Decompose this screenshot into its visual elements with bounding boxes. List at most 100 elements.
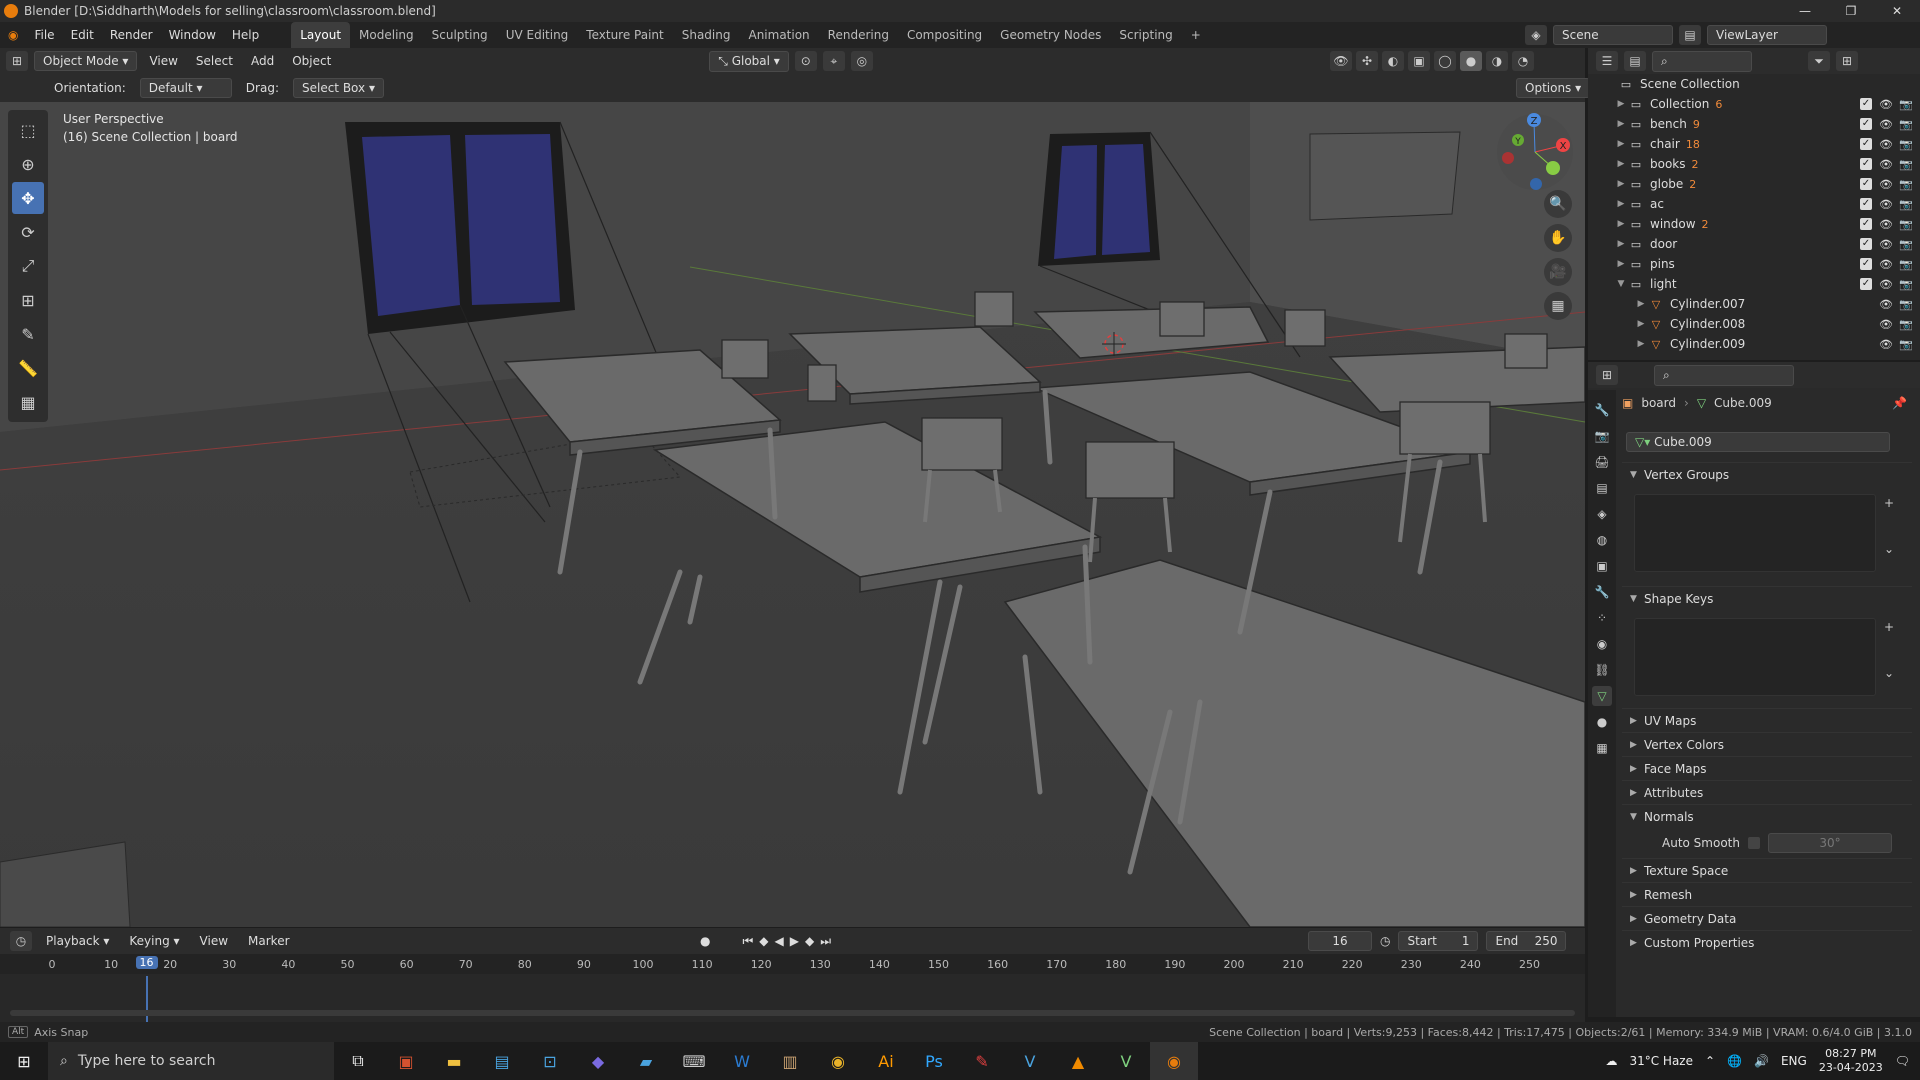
tab-scripting[interactable]: Scripting <box>1110 22 1181 48</box>
viewlayer-icon[interactable]: ▤ <box>1679 25 1701 45</box>
outliner-item[interactable]: ▶ ▭ ac ✓ 👁 📷 <box>1588 194 1920 214</box>
task-view-icon[interactable]: ⧉ <box>334 1042 382 1080</box>
snap-icon[interactable]: ⌖ <box>822 51 845 71</box>
auto-smooth-angle-field[interactable]: 30° <box>1767 833 1892 853</box>
tool-tab-icon[interactable]: 🔧 <box>1592 400 1612 420</box>
scene-tab-icon[interactable]: ◈ <box>1592 504 1612 524</box>
editor-type-icon[interactable]: ⊞ <box>6 51 28 71</box>
app-icon[interactable]: ▥ <box>766 1042 814 1080</box>
zoom-icon[interactable]: 🔍 <box>1544 190 1572 218</box>
notification-icon[interactable]: 🗨 <box>1895 1054 1910 1068</box>
menu-add[interactable]: Add <box>245 54 280 68</box>
jump-end-icon[interactable]: ⏭ <box>820 934 831 949</box>
eye-icon[interactable]: 👁 <box>1879 178 1893 191</box>
texture-tab-icon[interactable]: ▦ <box>1592 738 1612 758</box>
render-icon[interactable]: 📷 <box>1899 318 1913 331</box>
start-frame-field[interactable]: Start 1 <box>1398 931 1479 951</box>
properties-search-input[interactable]: ⌕ <box>1654 364 1794 386</box>
mode-dropdown[interactable]: Object Mode ▾ <box>34 51 138 71</box>
language-indicator[interactable]: ENG <box>1781 1054 1807 1068</box>
solid-shading-icon[interactable]: ● <box>1460 51 1482 71</box>
material-tab-icon[interactable]: ● <box>1592 712 1612 732</box>
add-shape-key-icon[interactable]: + <box>1884 620 1894 634</box>
volume-icon[interactable]: 🔊 <box>1754 1054 1769 1068</box>
vertex-colors-header[interactable]: ▶ Vertex Colors <box>1622 732 1912 756</box>
remesh-header[interactable]: ▶ Remesh <box>1622 882 1912 906</box>
illustrator-icon[interactable]: Ai <box>862 1042 910 1080</box>
jump-start-icon[interactable]: ⏮ <box>742 934 753 949</box>
pan-hand-icon[interactable]: ✋ <box>1544 224 1572 252</box>
render-icon[interactable]: 📷 <box>1899 158 1913 171</box>
render-icon[interactable]: 📷 <box>1899 278 1913 291</box>
menu-select[interactable]: Select <box>190 54 239 68</box>
physics-tab-icon[interactable]: ◉ <box>1592 634 1612 654</box>
add-cube-tool-icon[interactable]: ▦ <box>12 386 44 418</box>
current-frame-field[interactable]: 16 <box>1308 931 1372 951</box>
shape-keys-header[interactable]: ▼ Shape Keys <box>1622 586 1912 610</box>
options-dropdown[interactable]: Options ▾ <box>1516 78 1591 98</box>
scale-tool-icon[interactable]: ⤢ <box>12 250 44 282</box>
menu-file[interactable]: File <box>26 22 62 48</box>
eye-icon[interactable]: 👁 <box>1879 318 1893 331</box>
custom-properties-header[interactable]: ▶ Custom Properties <box>1622 930 1912 954</box>
menu-window[interactable]: Window <box>161 22 224 48</box>
menu-edit[interactable]: Edit <box>63 22 102 48</box>
app-icon[interactable]: ▰ <box>622 1042 670 1080</box>
select-box-tool-icon[interactable]: ⬚ <box>12 114 44 146</box>
transform-orientation-dropdown[interactable]: ⤡ Global ▾ <box>709 50 789 72</box>
annotate-tool-icon[interactable]: ✎ <box>12 318 44 350</box>
app-icon[interactable]: ◆ <box>574 1042 622 1080</box>
material-shading-icon[interactable]: ◑ <box>1486 51 1508 71</box>
geometry-data-header[interactable]: ▶ Geometry Data <box>1622 906 1912 930</box>
app-icon[interactable]: V <box>1006 1042 1054 1080</box>
file-explorer-icon[interactable]: ▬ <box>430 1042 478 1080</box>
scene-icon[interactable]: ◈ <box>1525 25 1547 45</box>
menu-object[interactable]: Object <box>286 54 337 68</box>
render-icon[interactable]: 📷 <box>1899 138 1913 151</box>
outliner-search-input[interactable]: ⌕ <box>1652 50 1752 72</box>
particles-tab-icon[interactable]: ⁘ <box>1592 608 1612 628</box>
next-keyframe-icon[interactable]: ◆ <box>805 934 814 949</box>
new-collection-icon[interactable]: ⊞ <box>1836 51 1858 71</box>
tab-rendering[interactable]: Rendering <box>819 22 898 48</box>
app-icon[interactable]: ✎ <box>958 1042 1006 1080</box>
tab-shading[interactable]: Shading <box>673 22 740 48</box>
tab-animation[interactable]: Animation <box>739 22 818 48</box>
render-icon[interactable]: 📷 <box>1899 178 1913 191</box>
gizmo-icon[interactable]: ✣ <box>1356 51 1378 71</box>
outliner-item[interactable]: ▶ ▭ door ✓ 👁 📷 <box>1588 234 1920 254</box>
play-reverse-icon[interactable]: ◀ <box>775 934 784 949</box>
photoshop-icon[interactable]: Ps <box>910 1042 958 1080</box>
powerpoint-icon[interactable]: ▣ <box>382 1042 430 1080</box>
mesh-datablock-field[interactable]: ▽▾ Cube.009 <box>1626 432 1890 452</box>
keying-menu[interactable]: Keying ▾ <box>123 934 185 948</box>
vertex-groups-header[interactable]: ▼ Vertex Groups <box>1622 462 1912 486</box>
eye-icon[interactable]: 👁 <box>1879 98 1893 111</box>
outliner-editor-icon[interactable]: ☰ <box>1596 51 1618 71</box>
tab-geometry-nodes[interactable]: Geometry Nodes <box>991 22 1110 48</box>
move-tool-icon[interactable]: ✥ <box>12 182 44 214</box>
eye-icon[interactable]: 👁 <box>1879 238 1893 251</box>
rendered-shading-icon[interactable]: ◔ <box>1512 51 1534 71</box>
eye-icon[interactable]: 👁 <box>1879 338 1893 351</box>
shape-key-menu-icon[interactable]: ⌄ <box>1884 666 1894 680</box>
timeline-scrollbar[interactable] <box>10 1010 1575 1016</box>
prev-keyframe-icon[interactable]: ◆ <box>759 934 768 949</box>
normals-header[interactable]: ▼ Normals <box>1622 804 1912 828</box>
windows-start-icon[interactable]: ⊞ <box>0 1042 48 1080</box>
auto-smooth-checkbox[interactable] <box>1747 837 1760 849</box>
drag-dropdown[interactable]: Select Box ▾ <box>292 78 384 98</box>
outliner-item[interactable]: ▶ ▭ chair 18 ✓ 👁 📷 <box>1588 134 1920 154</box>
eye-icon[interactable]: 👁 <box>1879 258 1893 271</box>
pivot-icon[interactable]: ⊙ <box>794 51 817 71</box>
outliner-item[interactable]: ▼ ▭ light ✓ 👁 📷 <box>1588 274 1920 294</box>
outliner-child[interactable]: ▶ ▽ Cylinder.008 👁 📷 <box>1588 314 1920 334</box>
tab-sculpting[interactable]: Sculpting <box>423 22 497 48</box>
chrome-icon[interactable]: ◉ <box>814 1042 862 1080</box>
render-icon[interactable]: 📷 <box>1899 98 1913 111</box>
vertex-groups-list[interactable] <box>1634 494 1876 572</box>
transform-tool-icon[interactable]: ⊞ <box>12 284 44 316</box>
tab-layout[interactable]: Layout <box>291 22 351 48</box>
menu-help[interactable]: Help <box>224 22 267 48</box>
render-icon[interactable]: 📷 <box>1899 238 1913 251</box>
